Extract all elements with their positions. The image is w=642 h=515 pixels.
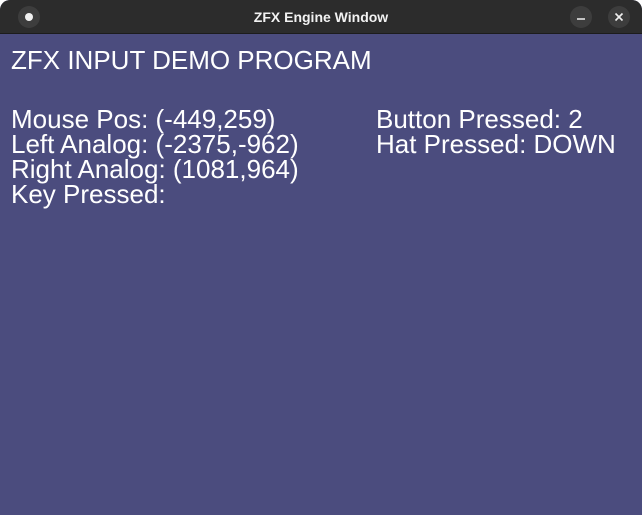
input-readout-right: Button Pressed: 2 Hat Pressed: DOWN (376, 106, 616, 159)
key-pressed-readout: Key Pressed: (11, 179, 166, 209)
close-button[interactable] (608, 6, 630, 28)
close-icon (614, 12, 624, 22)
minimize-icon (577, 18, 585, 20)
input-readout-left: Mouse Pos: (-449,259) Left Analog: (-237… (11, 106, 299, 209)
render-area[interactable]: ZFX INPUT DEMO PROGRAM Mouse Pos: (-449,… (0, 34, 642, 515)
minimize-button[interactable] (570, 6, 592, 28)
window-title: ZFX Engine Window (253, 9, 389, 25)
demo-heading: ZFX INPUT DEMO PROGRAM (11, 45, 372, 75)
title-bar[interactable]: ZFX Engine Window (0, 0, 642, 34)
app-window: ZFX Engine Window ZFX INPUT DEMO PROGRAM… (0, 0, 642, 515)
hat-pressed-readout: Hat Pressed: DOWN (376, 129, 616, 159)
